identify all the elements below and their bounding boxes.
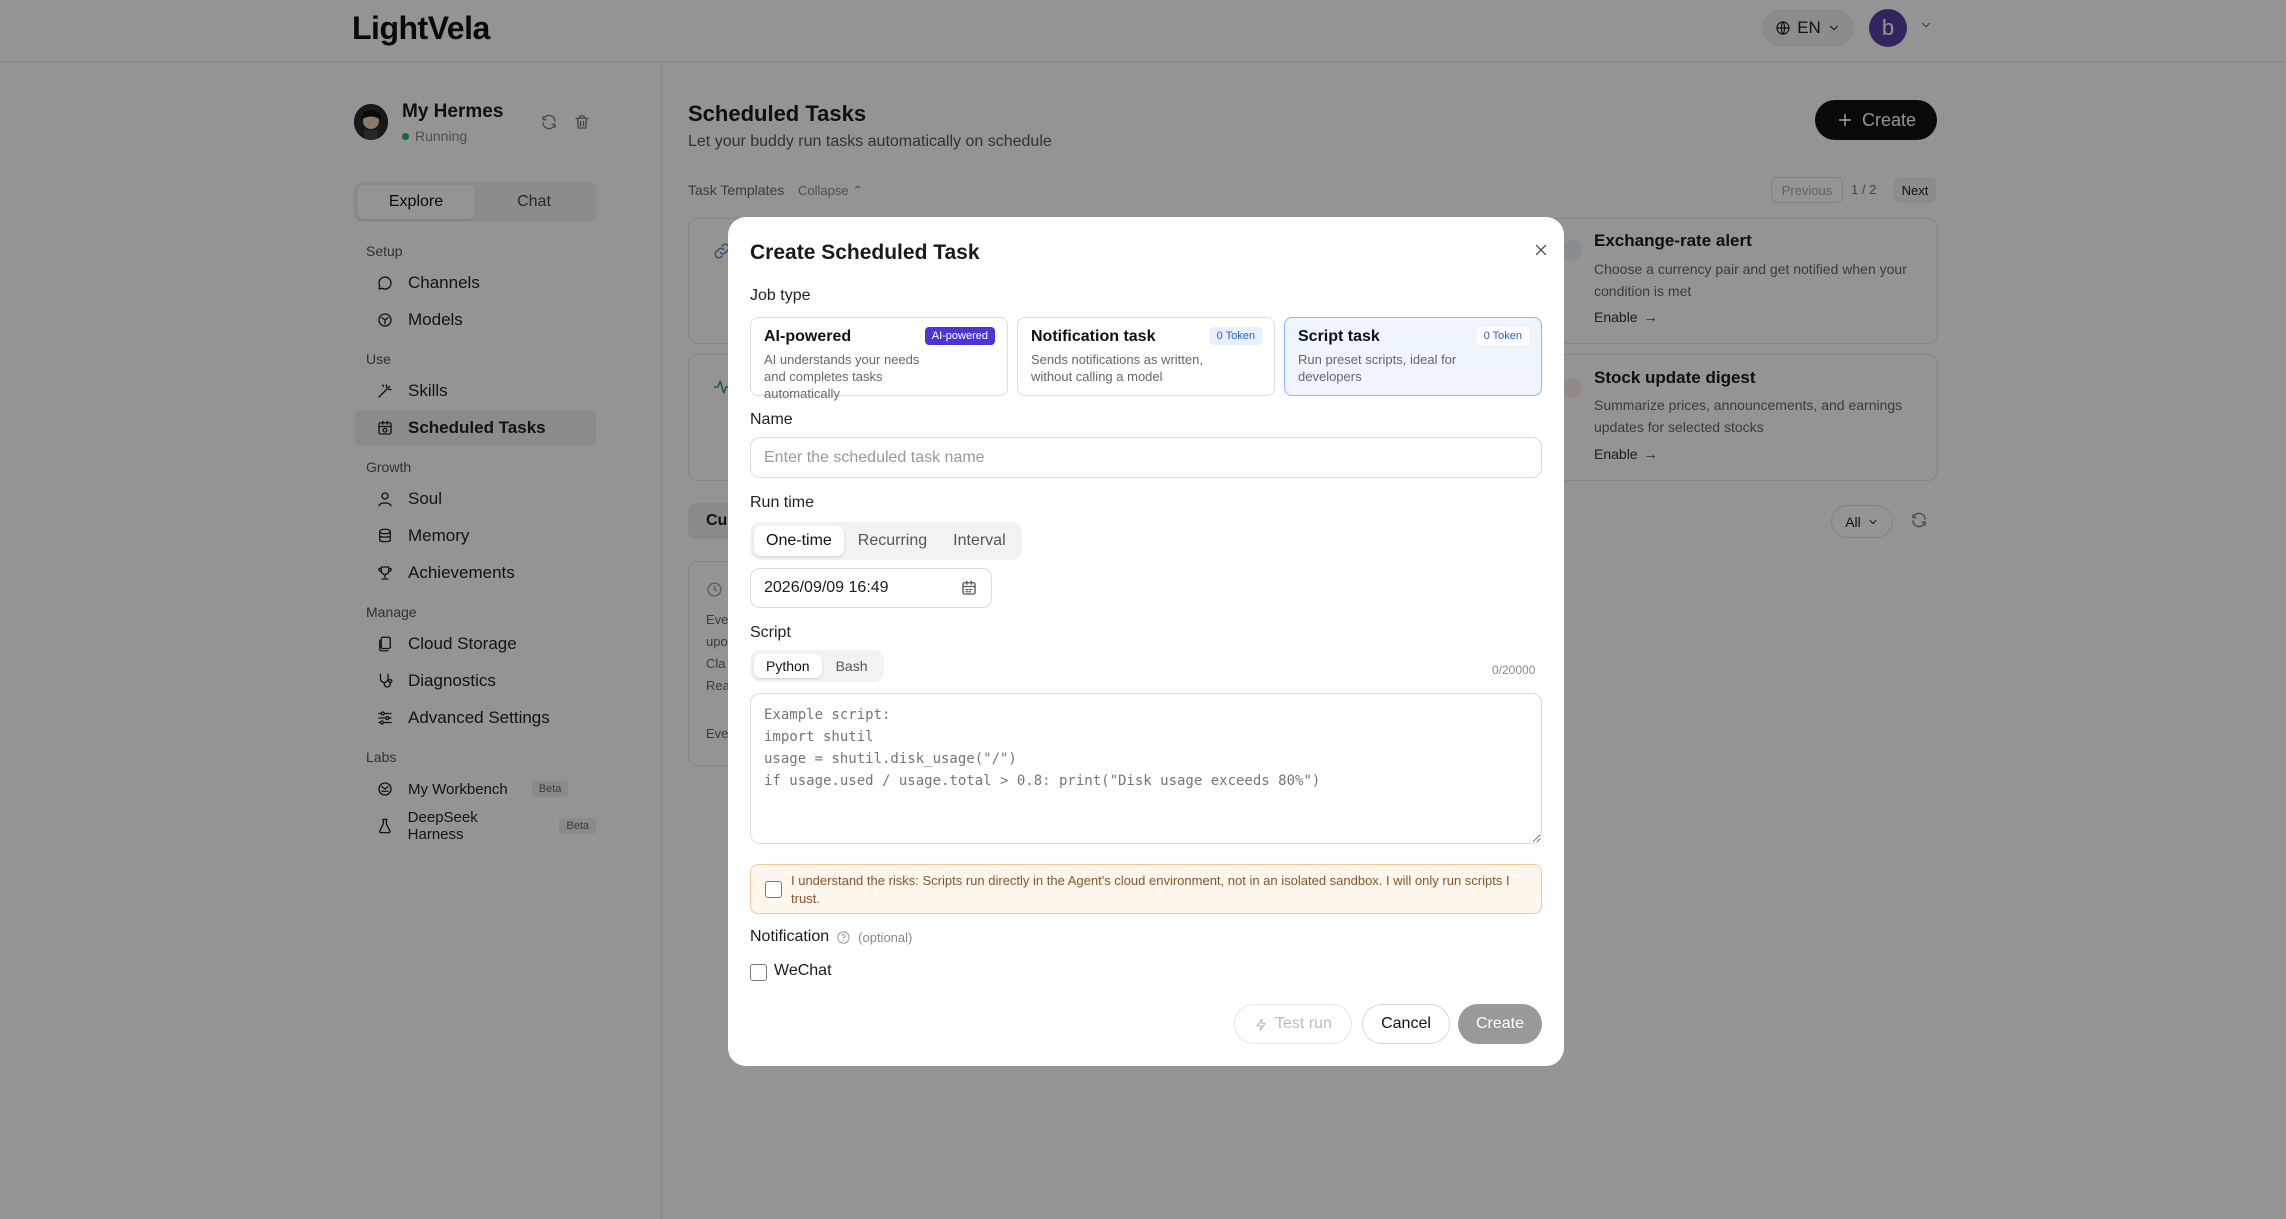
wechat-label: WeChat — [774, 962, 832, 979]
help-icon[interactable] — [836, 930, 851, 945]
job-type-ai-powered[interactable]: AI-powered AI understands your needs and… — [750, 317, 1008, 401]
risk-acknowledgement: I understand the risks: Scripts run dire… — [750, 864, 1542, 914]
notification-section: Notification (optional) — [750, 928, 912, 946]
run-mode-tabs: One-time Recurring Interval — [750, 522, 1022, 560]
tab-recurring[interactable]: Recurring — [846, 526, 939, 556]
script-editor[interactable] — [750, 693, 1542, 844]
job-type-label: Job type — [750, 287, 811, 304]
cancel-button[interactable]: Cancel — [1362, 1004, 1450, 1044]
ai-badge: AI-powered — [924, 327, 995, 345]
create-task-dialog: Create Scheduled Task Job type AI-powere… — [728, 217, 1564, 1066]
token-badge: 0 Token — [1476, 327, 1529, 345]
tab-python[interactable]: Python — [754, 654, 822, 678]
script-label: Script — [750, 624, 791, 641]
job-type-script[interactable]: Script task Run preset scripts, ideal fo… — [1284, 317, 1542, 396]
create-button[interactable]: Create — [1458, 1004, 1542, 1044]
task-name-input[interactable] — [750, 437, 1542, 478]
run-time-label: Run time — [750, 494, 815, 511]
tab-interval[interactable]: Interval — [941, 526, 1017, 556]
character-counter: 0/20000 — [1492, 663, 1536, 677]
token-badge: 0 Token — [1209, 327, 1262, 345]
name-label: Name — [750, 411, 793, 428]
dialog-title: Create Scheduled Task — [750, 241, 980, 264]
wechat-checkbox[interactable] — [750, 964, 767, 981]
test-run-button[interactable]: Test run — [1234, 1004, 1352, 1044]
tab-bash[interactable]: Bash — [824, 654, 880, 678]
optional-hint: (optional) — [858, 929, 913, 945]
calendar-icon — [962, 580, 976, 595]
job-type-desc: Run preset scripts, ideal for developers — [1298, 352, 1457, 384]
job-type-desc: AI understands your needs and completes … — [764, 352, 920, 401]
job-type-notification[interactable]: Notification task Sends notifications as… — [1017, 317, 1275, 396]
tab-one-time[interactable]: One-time — [754, 526, 844, 556]
risk-text: I understand the risks: Scripts run dire… — [791, 873, 1510, 906]
notification-label: Notification — [750, 928, 830, 945]
test-run-label: Test run — [1275, 1015, 1332, 1032]
datetime-value: 2026/09/09 16:49 — [764, 579, 889, 596]
script-language-tabs: Python Bash — [750, 650, 884, 682]
datetime-picker[interactable]: 2026/09/09 16:49 — [750, 568, 992, 608]
risk-checkbox[interactable] — [765, 881, 782, 898]
job-type-desc: Sends notifications as written, without … — [1031, 352, 1203, 384]
close-icon[interactable] — [1532, 241, 1550, 259]
lightning-icon — [1256, 1017, 1266, 1031]
